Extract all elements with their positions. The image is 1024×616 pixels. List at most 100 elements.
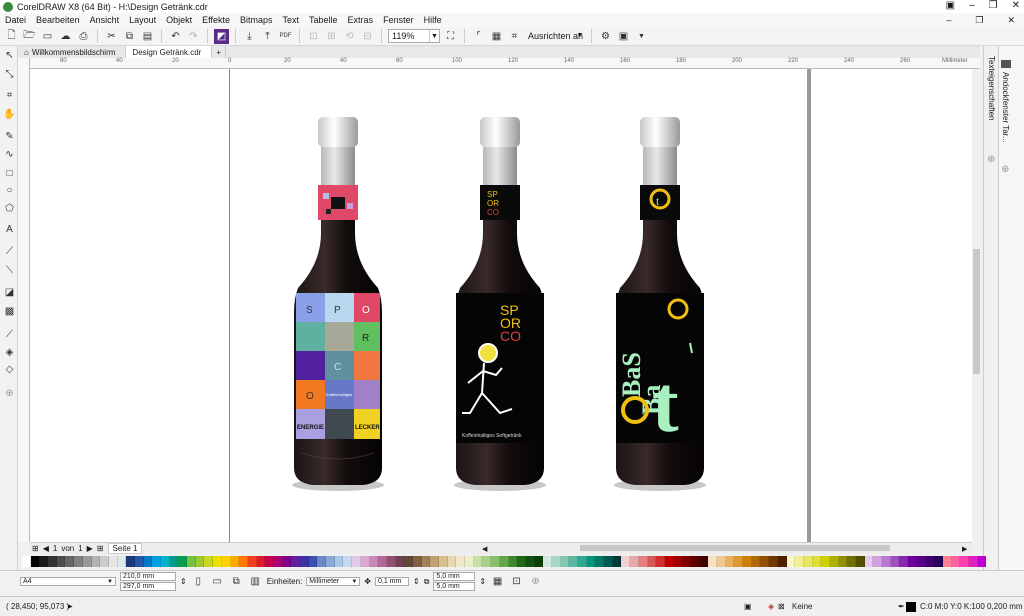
artistic-media-icon[interactable]: ∿ [3,148,16,161]
palette-swatch[interactable] [256,556,266,567]
menu-ansicht[interactable]: Ansicht [85,15,125,25]
palette-swatch[interactable] [960,556,969,567]
scroll-right-icon[interactable]: ▶ [962,545,967,553]
first-page-icon[interactable]: ⊞ [32,544,39,553]
rectangle-tool-icon[interactable]: □ [3,167,16,180]
portrait-icon[interactable]: ▯ [191,574,206,589]
palette-swatch[interactable] [482,556,492,567]
horizontal-ruler[interactable]: 80 40 20 0 20 40 60 100 120 140 160 180 … [30,58,980,69]
palette-swatch[interactable] [273,556,283,567]
minimize-button[interactable]: – [969,0,975,11]
palette-swatch[interactable] [551,556,561,567]
palette-swatch[interactable] [247,556,257,567]
cut-icon[interactable]: ✂ [104,29,119,44]
new-document-icon[interactable]: 🗋 [4,29,19,44]
shape-tool-icon[interactable]: ⤡ [3,68,16,81]
page-height-field[interactable]: 297,0 mm [120,582,176,591]
palette-swatch[interactable] [751,556,761,567]
user-icon[interactable]: ▣ [946,0,955,11]
spinner-icon[interactable]: ⇕ [180,577,187,586]
palette-swatch[interactable] [91,556,101,567]
palette-swatch[interactable] [326,556,335,567]
menu-layout[interactable]: Layout [124,15,161,25]
palette-swatch[interactable] [612,556,622,567]
close-button[interactable]: ✕ [1012,0,1020,11]
palette-swatch[interactable] [22,556,31,567]
outline-pen-icon[interactable]: ✒ [898,602,905,611]
next-page-icon[interactable]: ▶ [87,544,93,553]
bottle-colorful[interactable]: S P O R C O Koffeinhaltiges ENERGIE LECK… [288,113,388,493]
add-docker-icon[interactable]: ⊕ [987,154,995,165]
rulers-icon[interactable]: ⌜ [471,29,486,44]
connector-tool-icon[interactable]: ⟍ [3,264,16,277]
drawing-canvas[interactable]: S P O R C O Koffeinhaltiges ENERGIE LECK… [30,69,980,542]
palette-swatch[interactable] [717,556,726,567]
palette-swatch[interactable] [499,556,509,567]
palette-swatch[interactable] [977,556,987,567]
doc-minimize-button[interactable]: – [941,15,956,26]
pick-tool-icon[interactable]: ↖ [3,49,16,62]
paste-icon[interactable]: ▤ [140,29,155,44]
doc-restore-button[interactable]: ❐ [970,15,988,26]
menu-bitmaps[interactable]: Bitmaps [235,15,278,25]
palette-swatch[interactable] [430,556,439,567]
options-gear-icon[interactable]: ⚙ [598,29,613,44]
text-tool-icon[interactable]: A [3,223,16,236]
paper-size-select[interactable]: A4 ▼ [20,577,116,586]
palette-swatch[interactable] [161,556,170,567]
chevron-down-icon[interactable]: ▼ [634,29,649,44]
menu-objekt[interactable]: Objekt [161,15,197,25]
palette-swatch[interactable] [213,556,222,567]
add-tool-icon[interactable]: ⊕ [3,387,16,400]
palette-swatch[interactable] [916,556,926,567]
palette-swatch[interactable] [143,556,153,567]
palette-swatch[interactable] [169,556,179,567]
palette-swatch[interactable] [569,556,578,567]
palette-swatch[interactable] [421,556,431,567]
palette-swatch[interactable] [56,556,66,567]
palette-swatch[interactable] [291,556,300,567]
palette-swatch[interactable] [204,556,214,567]
import-icon[interactable]: ⤓ [242,29,257,44]
last-page-icon[interactable]: ⊞ [97,544,104,553]
copy-icon[interactable]: ⧉ [122,29,137,44]
palette-swatch[interactable] [838,556,848,567]
palette-swatch[interactable] [856,556,865,567]
tab-design[interactable]: Design Getränk.cdr [126,46,213,58]
palette-swatch[interactable] [82,556,92,567]
palette-swatch[interactable] [360,556,370,567]
menu-bearbeiten[interactable]: Bearbeiten [31,15,85,25]
cloud-icon[interactable]: ☁ [58,29,73,44]
menu-fenster[interactable]: Fenster [378,15,419,25]
menu-datei[interactable]: Datei [0,15,31,25]
chevron-down-icon[interactable]: ▼ [107,579,113,585]
shadow-tool-icon[interactable]: ◪ [3,286,16,299]
palette-swatch[interactable] [465,556,474,567]
color-proof-icon[interactable]: ▣ [744,602,752,611]
palette-swatch[interactable] [491,556,500,567]
crop-tool-icon[interactable]: ⌗ [3,89,16,102]
page-width-field[interactable]: 210,0 mm [120,572,176,581]
eyedropper-tool-icon[interactable]: ⟋ [3,328,16,341]
scroll-thumb[interactable] [973,249,980,374]
palette-swatch[interactable] [265,556,274,567]
palette-swatch[interactable] [725,556,735,567]
palette-swatch[interactable] [829,556,839,567]
undo-icon[interactable]: ↶ [168,29,183,44]
launch-icon[interactable]: ▣ [616,29,631,44]
save-icon[interactable]: ▭ [40,29,55,44]
palette-swatch[interactable] [777,556,787,567]
palette-swatch[interactable] [117,556,127,567]
zoom-combo[interactable]: 119% ▼ [388,29,440,43]
palette-swatch[interactable] [517,556,526,567]
chevron-down-icon[interactable]: ▼ [351,579,357,585]
palette-swatch[interactable] [152,556,161,567]
maximize-button[interactable]: ❐ [989,0,998,11]
dimension-tool-icon[interactable]: ⟋ [3,245,16,258]
palette-swatch[interactable] [369,556,379,567]
palette-swatch[interactable] [951,556,961,567]
palette-swatch[interactable] [890,556,900,567]
palette-swatch[interactable] [630,556,639,567]
palette-swatch[interactable] [621,556,631,567]
nudge-field[interactable]: 0,1 mm [375,577,409,586]
